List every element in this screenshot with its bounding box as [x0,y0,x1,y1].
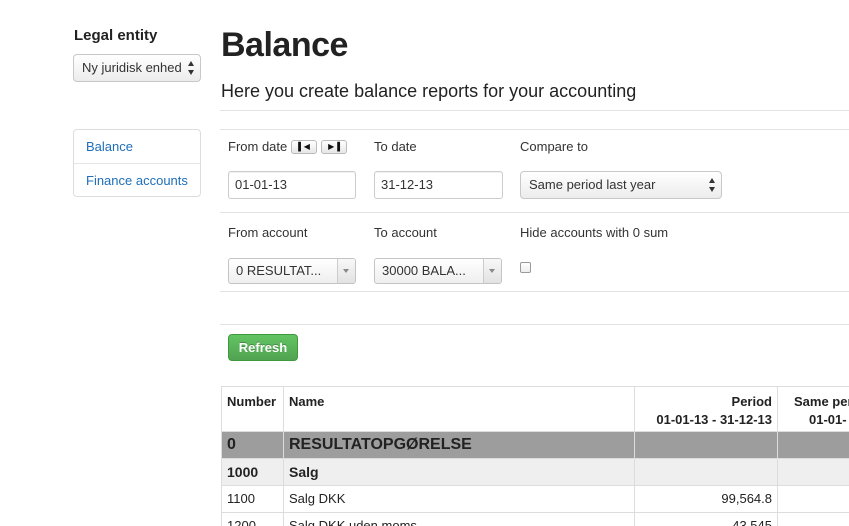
chevron-down-icon [337,259,355,283]
cell-name: Salg DKK [283,485,635,513]
table-row: 1100 Salg DKK 99,564.8 [221,485,849,513]
col-header-same-period[interactable]: Same per 01-01- [777,386,849,432]
cell-name: RESULTATOPGØRELSE [283,431,635,459]
cell-number: 0 [221,431,284,459]
to-account-label: To account [374,225,437,240]
from-account-label: From account [228,225,308,240]
divider [220,110,849,111]
from-account-select[interactable]: 0 RESULTAT... [228,258,356,284]
table-row: 0 RESULTATOPGØRELSE [221,431,849,459]
from-date-label: From date [228,139,288,154]
sidebar-item-balance[interactable]: Balance [74,130,200,163]
cell-period: 43,545 [634,512,778,526]
cell-number: 1200 [221,512,284,526]
table-row: 1000 Salg [221,458,849,486]
balance-table: Number Name Period 01-01-13 - 31-12-13 S… [221,386,849,526]
select-updown-icon [188,61,195,75]
divider [220,129,849,130]
legal-entity-value: Ny juridisk enhed [82,60,182,75]
compare-to-value: Same period last year [529,177,656,192]
cell-same-period [777,512,849,526]
hide-zero-checkbox[interactable] [520,262,531,273]
previous-period-button[interactable]: ▌◀ [291,140,317,154]
to-account-value: 30000 BALA... [382,263,466,278]
sidebar-nav: Balance Finance accounts [73,129,201,197]
sidebar-item-finance-accounts[interactable]: Finance accounts [74,163,200,197]
legal-entity-select[interactable]: Ny juridisk enhed [73,54,201,82]
to-account-select[interactable]: 30000 BALA... [374,258,502,284]
period-title: Period [731,394,772,409]
table-row: 1200 Salg DKK uden moms 43,545 [221,512,849,526]
col-header-name[interactable]: Name [283,386,635,432]
to-date-label: To date [374,139,417,154]
col-header-period[interactable]: Period 01-01-13 - 31-12-13 [634,386,778,432]
compare-to-select[interactable]: Same period last year [520,171,722,199]
cell-same-period [777,458,849,486]
hide-zero-label: Hide accounts with 0 sum [520,225,669,240]
divider [220,291,849,292]
divider [220,212,849,213]
to-date-input[interactable]: 31-12-13 [374,171,503,199]
skip-forward-icon: ▶▐ [328,142,340,151]
cell-number: 1100 [221,485,284,513]
divider [220,324,849,325]
cell-period: 99,564.8 [634,485,778,513]
page-title: Balance [221,26,348,64]
cell-period [634,458,778,486]
period-range: 01-01-13 - 31-12-13 [656,412,772,427]
col-header-number[interactable]: Number [221,386,284,432]
page-subtitle: Here you create balance reports for your… [221,81,637,101]
chevron-down-icon [483,259,501,283]
from-account-value: 0 RESULTAT... [236,263,322,278]
select-updown-icon [709,178,716,192]
cell-period [634,431,778,459]
skip-back-icon: ▌◀ [298,142,310,151]
refresh-button[interactable]: Refresh [228,334,298,361]
cell-same-period [777,431,849,459]
table-header-row: Number Name Period 01-01-13 - 31-12-13 S… [221,386,849,432]
compare-to-label: Compare to [520,139,588,154]
cell-name: Salg [283,458,635,486]
legal-entity-label: Legal entity [74,27,158,44]
cell-name: Salg DKK uden moms [283,512,635,526]
cell-same-period [777,485,849,513]
same-period-range: 01-01- [809,412,847,427]
next-period-button[interactable]: ▶▐ [321,140,347,154]
from-date-input[interactable]: 01-01-13 [228,171,356,199]
same-period-title: Same per [794,394,849,409]
cell-number: 1000 [221,458,284,486]
